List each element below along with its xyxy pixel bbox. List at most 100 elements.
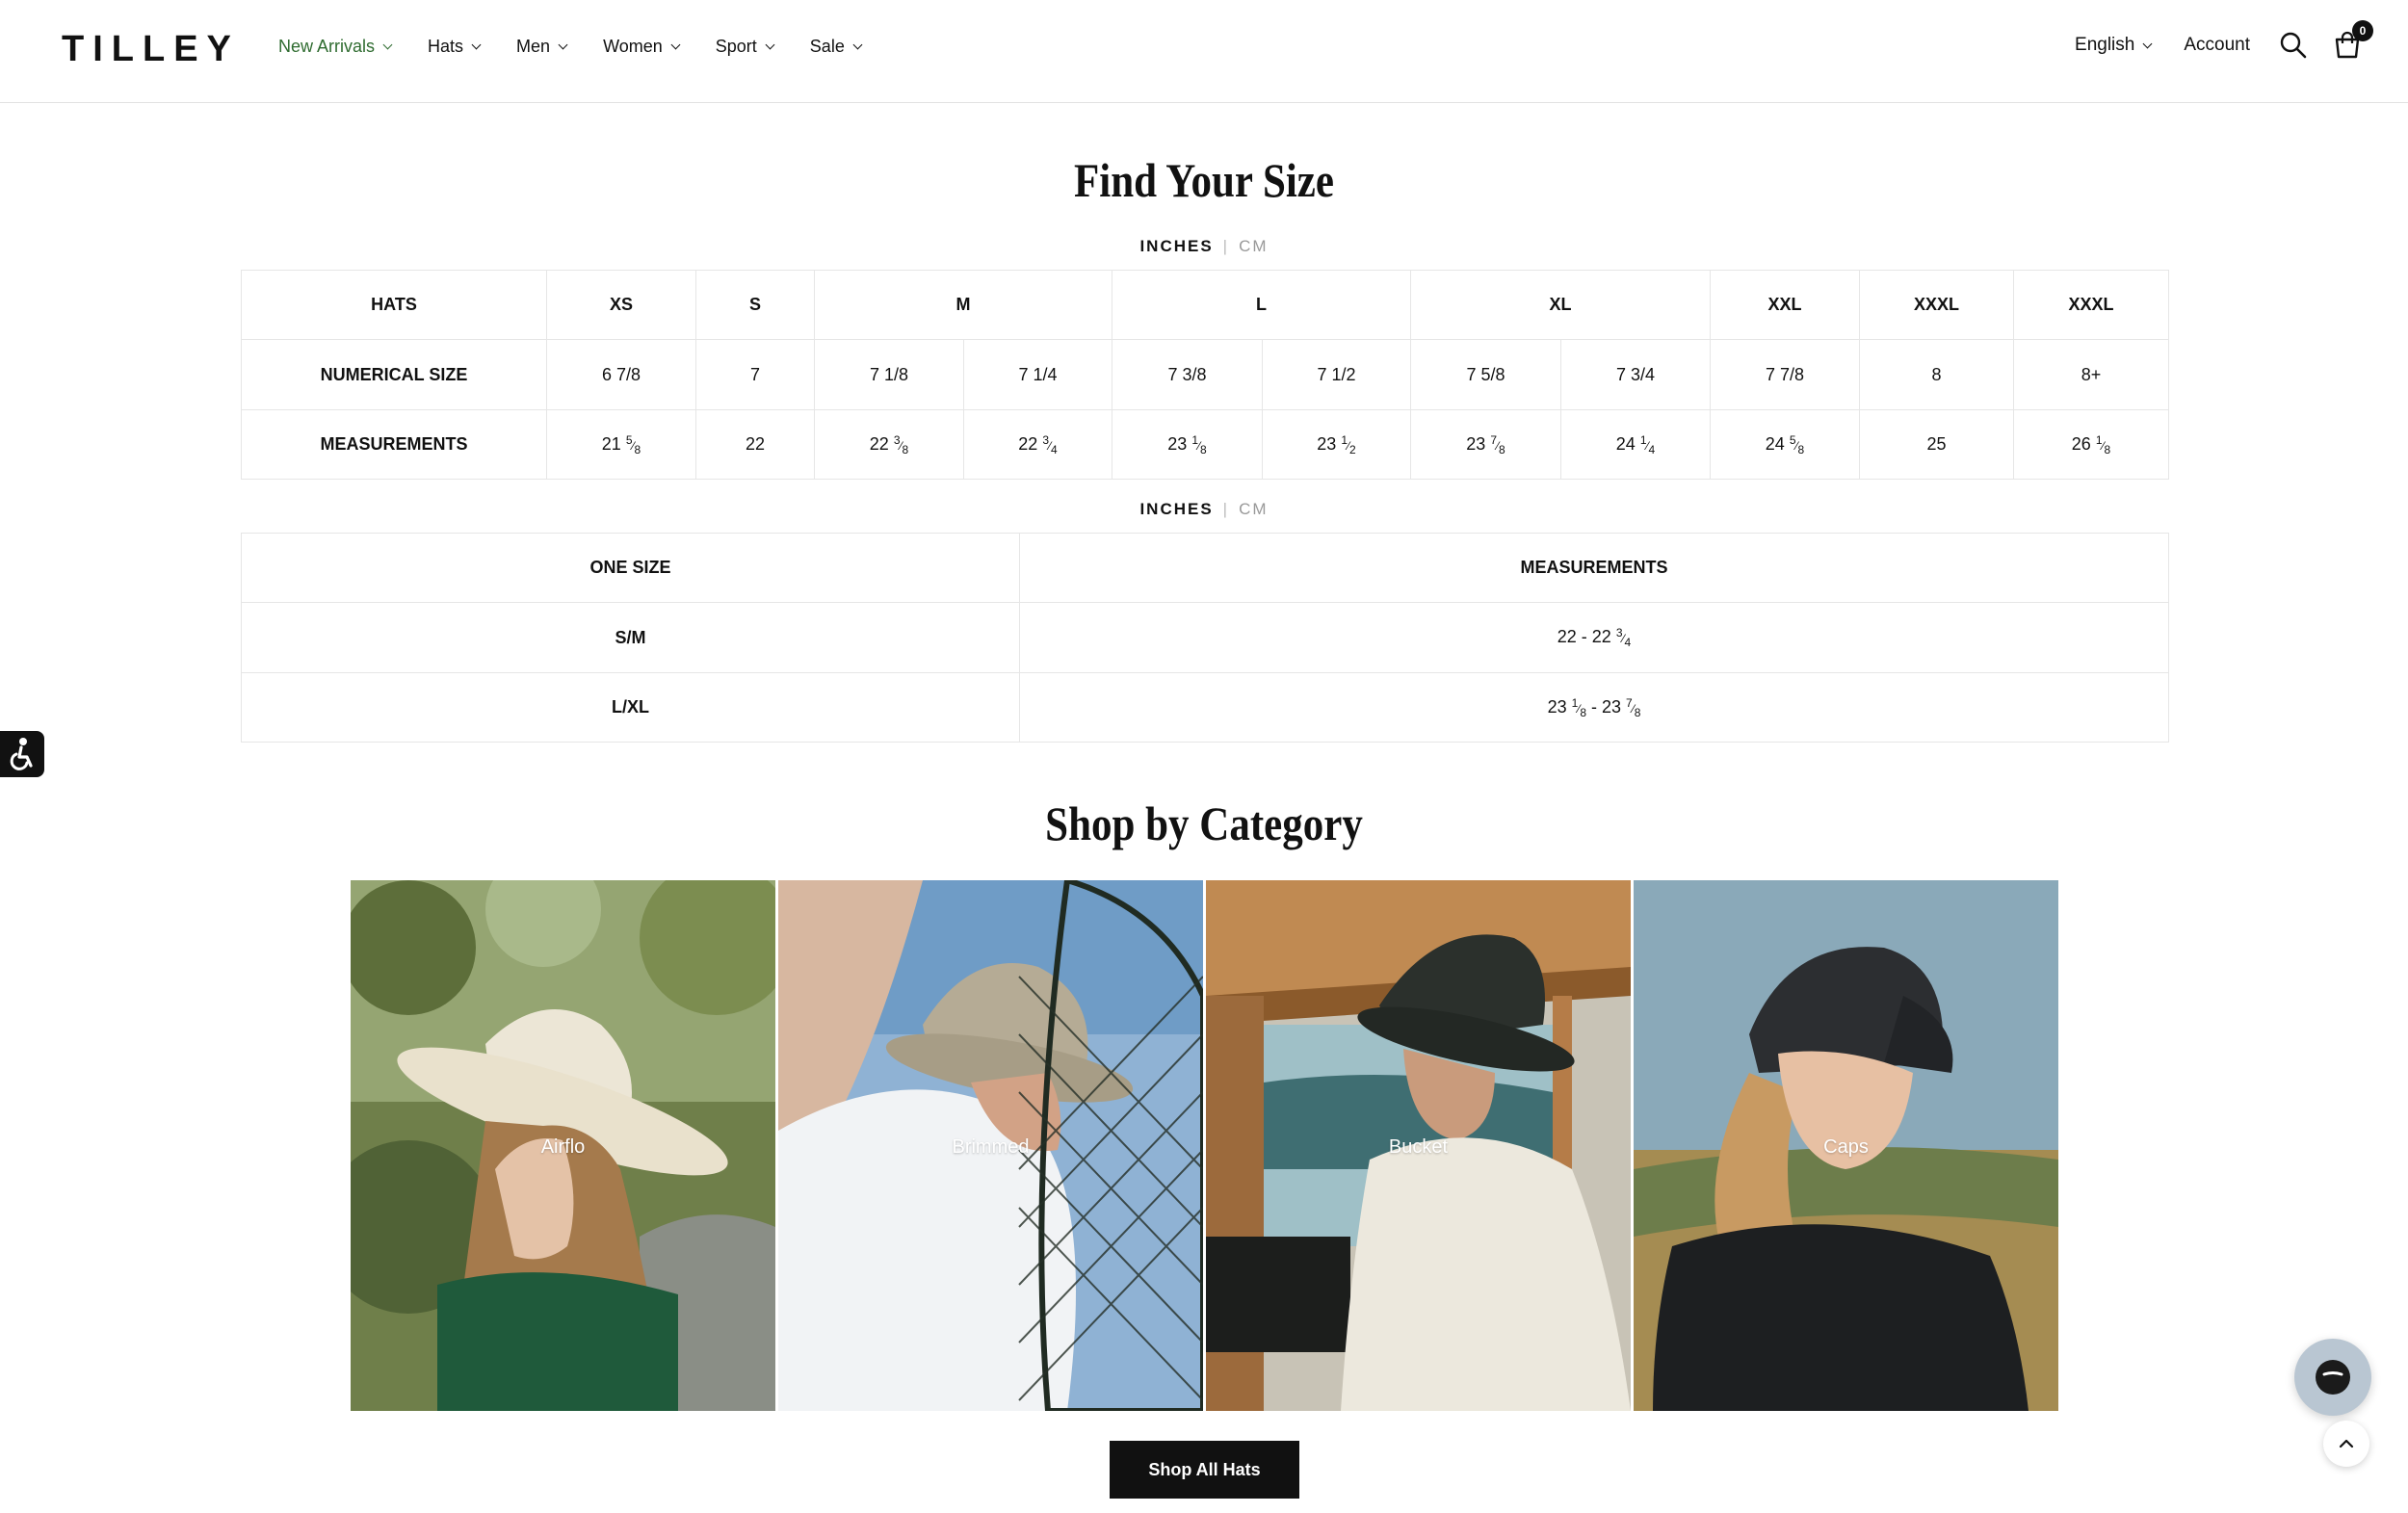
measurement-cell: 22 - 22 3⁄4 (1019, 602, 2169, 673)
size-cell: L/XL (241, 672, 1020, 743)
chat-button[interactable] (2294, 1339, 2371, 1416)
size-cell: XS (546, 270, 696, 340)
nav-label: New Arrivals (278, 37, 376, 56)
fraction-numerator: 1 (1341, 432, 1348, 447)
nav-men[interactable]: Men (516, 37, 568, 57)
nav-sale[interactable]: Sale (809, 37, 863, 57)
measurement-cell: 26 1⁄8 (2013, 409, 2170, 480)
size-cell: S (695, 270, 815, 340)
nav-sport[interactable]: Sport (715, 37, 775, 57)
table-row: ONE SIZE MEASUREMENTS (241, 533, 2169, 603)
fraction-numerator: 5 (625, 432, 633, 447)
unit-cm[interactable]: CM (1239, 237, 1268, 255)
category-tile-airflo[interactable]: Airflo (351, 880, 775, 1411)
unit-separator: | (1222, 500, 1230, 518)
nav-label: Hats (428, 37, 464, 56)
fraction-denominator: 8 (902, 442, 909, 457)
header-utilities: English Account 0 (2075, 20, 2373, 62)
nav-label: Sport (715, 37, 757, 56)
numerical-cell: 7 1/4 (963, 339, 1112, 410)
whole: 22 (1557, 627, 1577, 646)
fraction-numerator: 1 (1639, 432, 1647, 447)
table-row: L/XL 23 1⁄8 - 23 7⁄8 (241, 672, 2169, 743)
measurement-cell: 23 1⁄2 (1262, 409, 1411, 480)
measurement-cell: 23 1⁄8 - 23 7⁄8 (1019, 672, 2169, 743)
fraction-denominator: 4 (1648, 442, 1656, 457)
whole: 26 (2071, 433, 2091, 454)
fraction-numerator: 5 (1789, 432, 1796, 447)
shop-by-category-title: Shop by Category (1045, 796, 1363, 850)
column-header: ONE SIZE (241, 533, 1020, 603)
fraction-numerator: 7 (1626, 695, 1633, 710)
chevron-down-icon (2142, 39, 2153, 48)
whole: 21 (601, 433, 621, 454)
unit-inches[interactable]: INCHES (1139, 237, 1213, 255)
whole: 22 (745, 434, 766, 454)
table-row: MEASUREMENTS 21 5⁄8 22 22 3⁄8 22 3⁄4 23 … (241, 409, 2170, 480)
chevron-down-icon (382, 39, 393, 50)
accessibility-icon (10, 738, 33, 770)
fraction-denominator: 8 (1797, 442, 1805, 457)
whole: 23 (1167, 433, 1188, 454)
hats-size-table: HATS XS S M L XL XXL XXXL XXXL NUMERICAL… (241, 270, 2170, 480)
numerical-cell: 7 7/8 (1710, 339, 1861, 410)
category-tile-brimmed[interactable]: Brimmed (778, 880, 1203, 1411)
numerical-cell: 7 3/4 (1559, 339, 1712, 410)
numerical-cell: 7 (695, 339, 815, 410)
whole: 24 (1765, 433, 1785, 454)
back-to-top-button[interactable] (2323, 1421, 2369, 1467)
search-icon[interactable] (2277, 29, 2310, 62)
table-row: HATS XS S M L XL XXL XXXL XXXL (241, 270, 2170, 340)
measurement-cell: 23 7⁄8 (1410, 409, 1561, 480)
category-label: Airflo (540, 1136, 586, 1158)
measurement-cell: 22 (695, 409, 815, 480)
fraction-numerator: 3 (1042, 432, 1050, 447)
chevron-down-icon (765, 39, 775, 50)
one-size-table: ONE SIZE MEASUREMENTS S/M 22 - 22 3⁄4 L/… (241, 533, 2169, 743)
language-selector[interactable]: English (2075, 35, 2153, 56)
chevron-up-icon (2339, 1439, 2354, 1448)
chevron-down-icon (558, 39, 568, 50)
whole: 22 (1591, 627, 1611, 646)
cart-icon[interactable]: 0 (2331, 20, 2373, 62)
shop-all-hats-button[interactable]: Shop All Hats (1110, 1441, 1299, 1499)
whole: 23 (1547, 696, 1567, 717)
whole: 25 (1926, 434, 1947, 454)
cart-count-badge: 0 (2352, 20, 2373, 41)
language-label: English (2075, 35, 2135, 55)
account-link[interactable]: Account (2184, 35, 2250, 56)
unit-separator: | (1222, 237, 1230, 255)
category-tile-caps[interactable]: Caps (1634, 880, 2058, 1411)
tilley-logo[interactable]: TILLEY (62, 29, 240, 70)
whole: 22 (1018, 433, 1038, 454)
size-cell: M (814, 270, 1112, 340)
fraction-numerator: 1 (1191, 432, 1199, 447)
measurement-cell: 23 1⁄8 (1112, 409, 1263, 480)
nav-women[interactable]: Women (603, 37, 681, 57)
fraction-numerator: 7 (1490, 432, 1498, 447)
unit-toggle: INCHES | CM (0, 237, 2408, 256)
site-header: TILLEY New Arrivals Hats Men Women Sport… (0, 0, 2408, 103)
nav-hats[interactable]: Hats (428, 37, 482, 57)
fraction-denominator: 8 (1634, 705, 1641, 719)
fraction-denominator: 4 (1624, 636, 1632, 649)
unit-cm[interactable]: CM (1239, 500, 1268, 518)
chevron-down-icon (852, 39, 863, 50)
nav-label: Sale (809, 37, 845, 56)
measurement-cell: 25 (1859, 409, 2015, 480)
row-label: NUMERICAL SIZE (241, 339, 547, 410)
nav-new-arrivals[interactable]: New Arrivals (278, 37, 393, 57)
whole: 23 (1466, 433, 1486, 454)
unit-toggle: INCHES | CM (0, 500, 2408, 519)
category-tile-bucket[interactable]: Bucket (1206, 880, 1631, 1411)
unit-inches[interactable]: INCHES (1139, 500, 1213, 518)
chat-icon (2316, 1360, 2350, 1395)
chevron-down-icon (471, 39, 482, 50)
numerical-cell: 7 3/8 (1112, 339, 1263, 410)
fraction-denominator: 8 (1580, 705, 1586, 719)
numerical-cell: 8 (1859, 339, 2015, 410)
accessibility-button[interactable] (0, 731, 44, 777)
fraction-denominator: 4 (1051, 442, 1058, 457)
category-label: Caps (1823, 1136, 1869, 1158)
size-cell: L (1112, 270, 1411, 340)
